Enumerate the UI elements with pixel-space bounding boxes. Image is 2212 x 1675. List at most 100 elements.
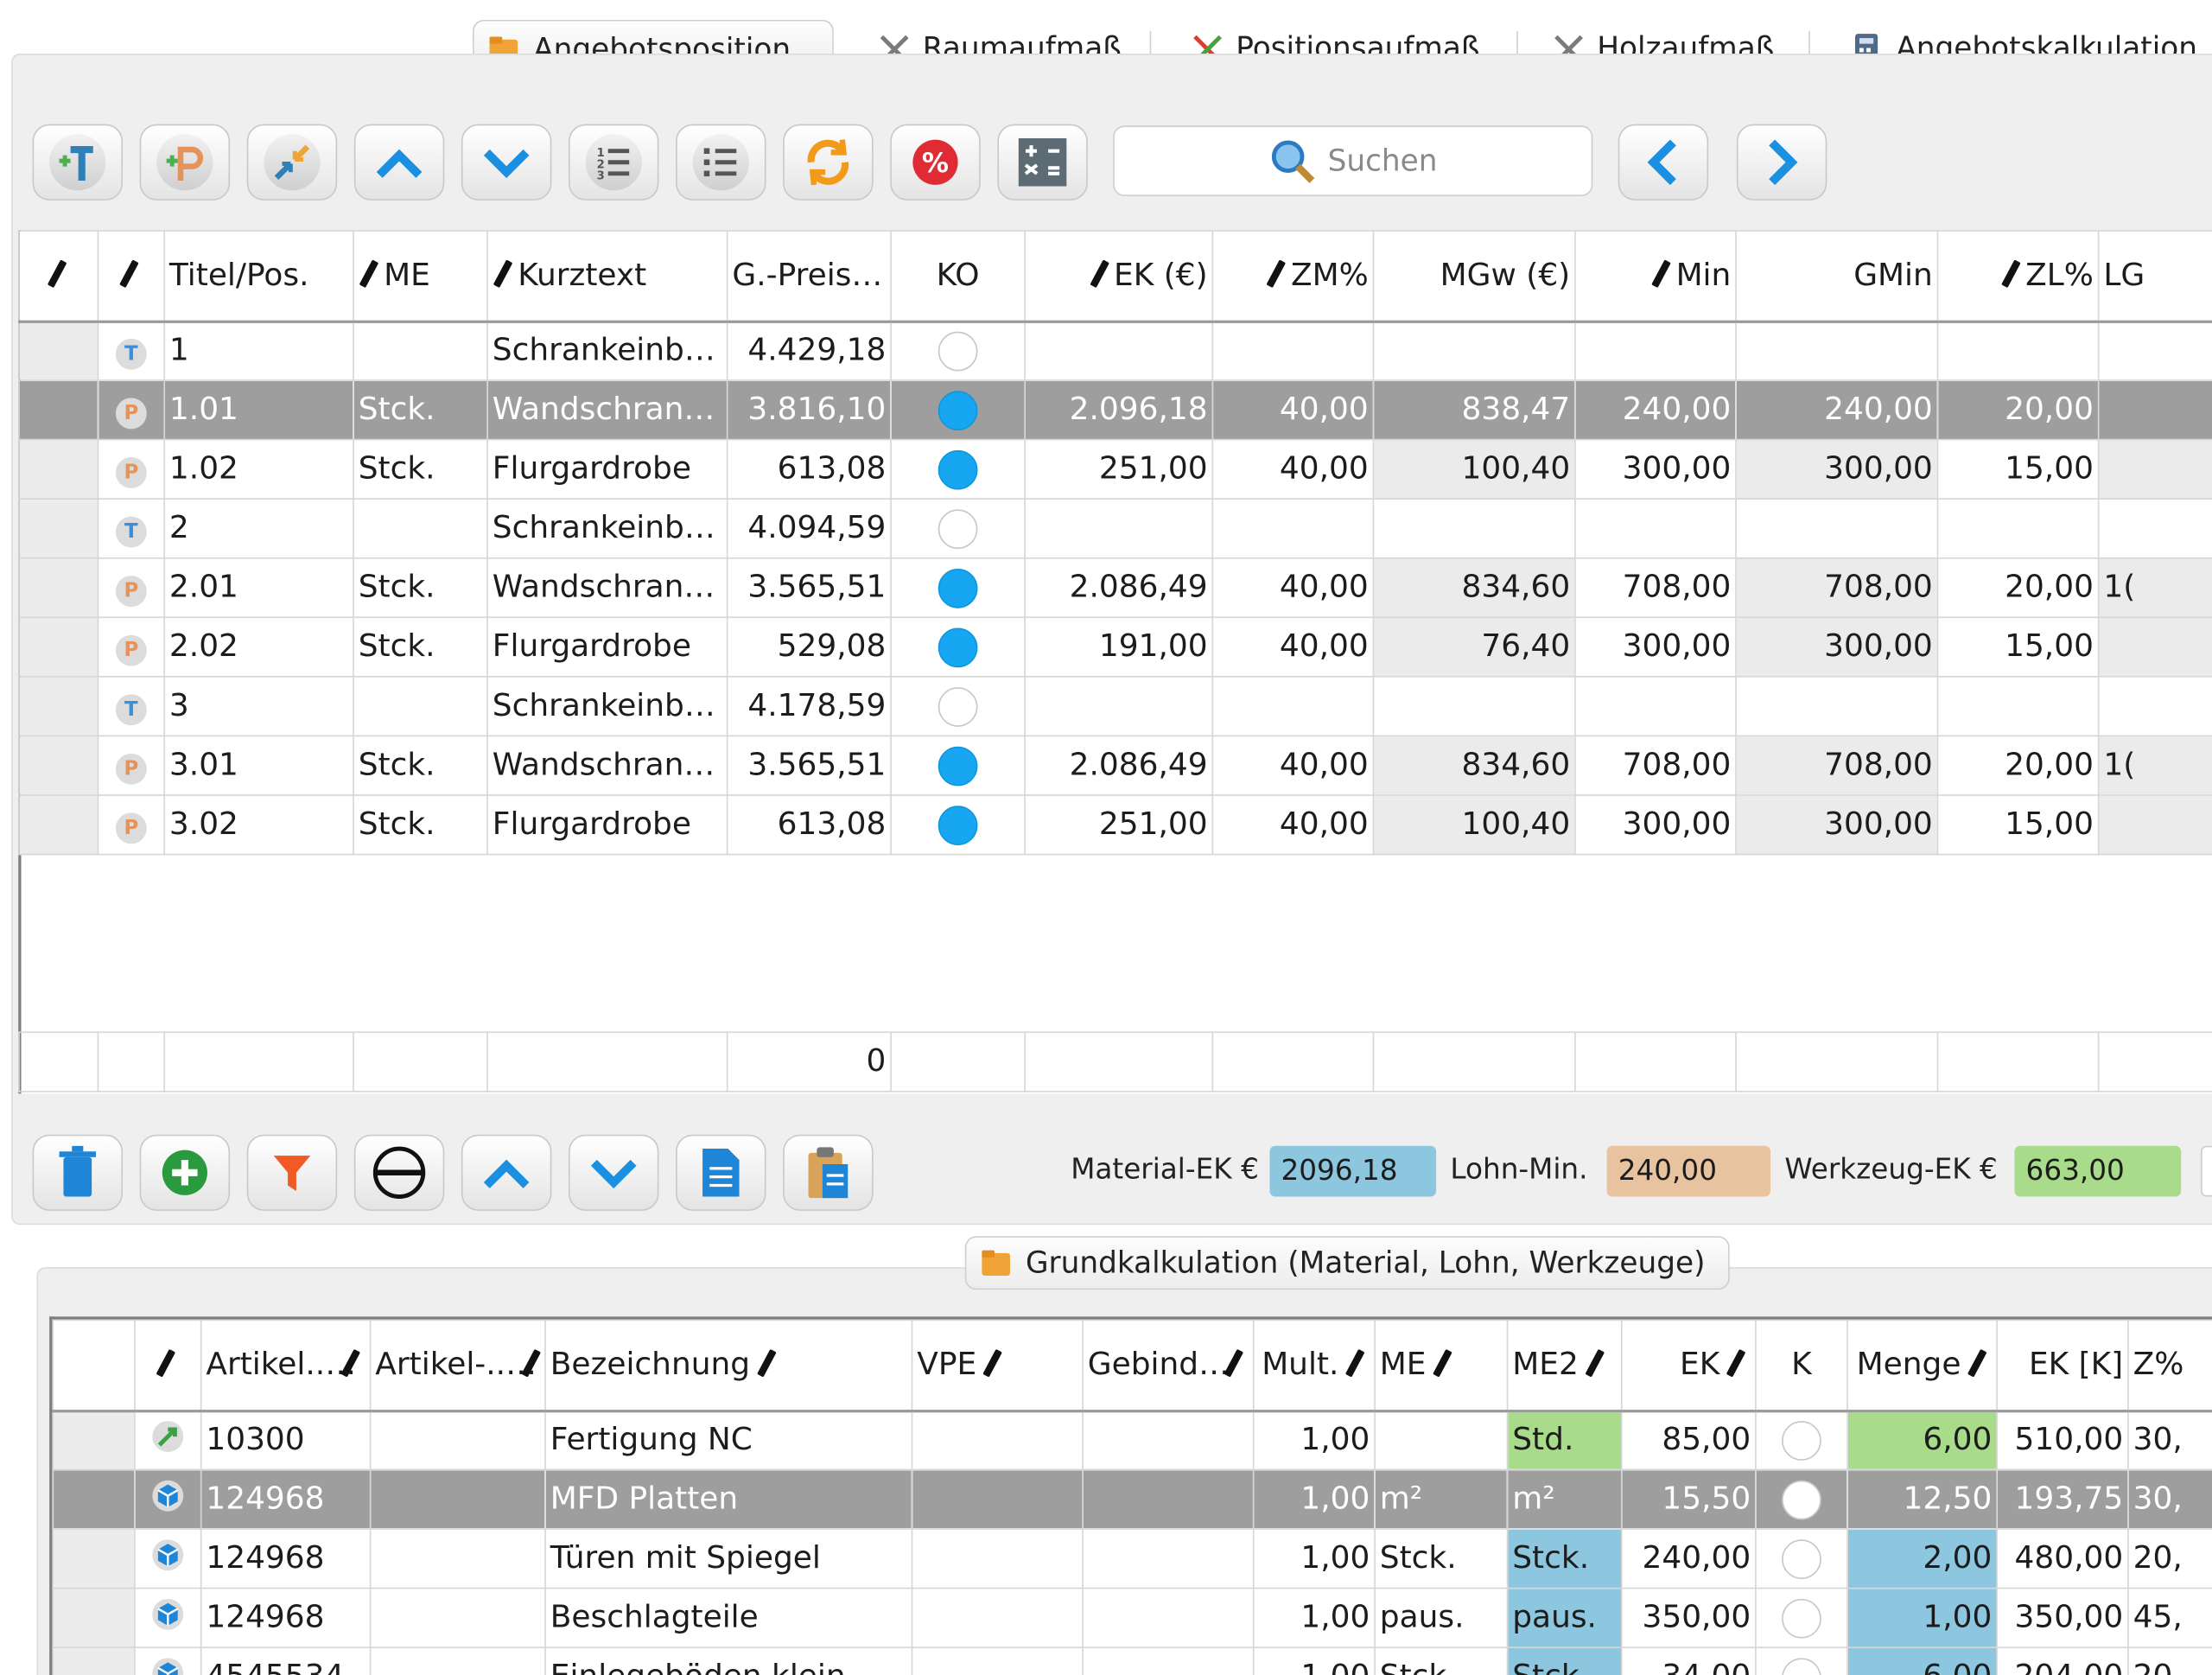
kurztext-cell[interactable]: Flurgardrobe	[486, 794, 728, 856]
type-badge-cell[interactable]: P	[97, 616, 166, 678]
lohn-min-field[interactable]: 240,00	[1606, 1145, 1771, 1197]
ekk-cell[interactable]: 510,00	[1996, 1410, 2129, 1471]
kurztext-cell[interactable]: Wandschrank...	[486, 379, 728, 441]
pos-cell[interactable]: 1.02	[163, 438, 354, 500]
item-icon-cell[interactable]	[134, 1646, 202, 1675]
min-cell[interactable]: 708,00	[1574, 557, 1737, 619]
gpreis-cell[interactable]: 3.565,51	[726, 735, 892, 796]
zm-cell[interactable]	[1211, 676, 1375, 737]
z-cell[interactable]: 30,	[2127, 1410, 2212, 1471]
kurztext-cell[interactable]: Flurgardrobe	[486, 438, 728, 500]
me-cell[interactable]: m²	[1374, 1468, 1509, 1530]
k-toggle[interactable]	[1782, 1538, 1821, 1579]
ko-toggle[interactable]	[938, 331, 978, 371]
gmin-cell[interactable]: 300,00	[1735, 438, 1939, 500]
min-cell[interactable]	[1574, 320, 1737, 381]
ko-toggle[interactable]	[938, 568, 978, 608]
ekk-cell[interactable]: 350,00	[1996, 1587, 2129, 1648]
ko-toggle[interactable]	[938, 805, 978, 845]
lg-cell[interactable]	[2097, 794, 2212, 856]
lg-cell[interactable]	[2097, 379, 2212, 441]
mgw-cell[interactable]: 76,40	[1372, 616, 1576, 678]
type-badge-cell[interactable]: P	[97, 438, 166, 500]
item-icon-cell[interactable]	[134, 1528, 202, 1589]
move-button[interactable]	[246, 124, 338, 201]
position-row[interactable]: T 1 Schrankeinba... 4.429,18	[18, 320, 2212, 381]
min-cell[interactable]: 300,00	[1574, 438, 1737, 500]
col-gpreis-header[interactable]: G.-Preis ...	[726, 230, 892, 323]
gebinde-cell[interactable]	[1082, 1528, 1255, 1589]
k-cell[interactable]	[1755, 1646, 1848, 1675]
position-row[interactable]: P 2.01 Stck. Wandschrank... 3.565,51 2.086,49…	[18, 557, 2212, 619]
mgw-cell[interactable]	[1372, 676, 1576, 737]
artikel2-cell[interactable]	[369, 1587, 546, 1648]
vpe-cell[interactable]	[911, 1587, 1084, 1648]
bezeichnung-cell[interactable]: Einlegeböden klein	[544, 1646, 913, 1675]
delete-button[interactable]	[32, 1134, 124, 1211]
kurztext-cell[interactable]: Schrankeinba...	[486, 320, 728, 381]
ko-toggle[interactable]	[938, 745, 978, 786]
mult-cell[interactable]: 1,00	[1252, 1528, 1376, 1589]
bezeichnung-cell[interactable]: Beschlagteile	[544, 1587, 913, 1648]
mgw-cell[interactable]: 100,40	[1372, 438, 1576, 500]
zm-cell[interactable]	[1211, 498, 1375, 559]
clipboard-button[interactable]	[783, 1134, 874, 1211]
col-vpe-header[interactable]: VPE	[911, 1319, 1084, 1412]
artikel2-cell[interactable]	[369, 1646, 546, 1675]
item-icon-cell[interactable]	[134, 1587, 202, 1648]
mgw-cell[interactable]: 100,40	[1372, 794, 1576, 856]
next-button[interactable]	[1736, 124, 1827, 201]
move-down-button[interactable]	[461, 124, 552, 201]
ko-cell[interactable]	[890, 794, 1026, 856]
me2-cell[interactable]: paus.	[1506, 1587, 1623, 1648]
artikel2-cell[interactable]	[369, 1410, 546, 1471]
extra-field[interactable]	[2201, 1145, 2212, 1197]
artikel-cell[interactable]: 124968	[200, 1468, 372, 1530]
position-row[interactable]: P 2.02 Stck. Flurgardrobe 529,08 191,00 40,00 7…	[18, 616, 2212, 678]
row-handle[interactable]	[18, 676, 99, 737]
bezeichnung-cell[interactable]: Türen mit Spiegel	[544, 1528, 913, 1589]
ek-cell[interactable]: 34,00	[1620, 1646, 1757, 1675]
menge-cell[interactable]: 1,00	[1847, 1587, 1998, 1648]
numbered-list-button[interactable]: 123	[568, 124, 659, 201]
me-cell[interactable]: Stck.	[1374, 1646, 1509, 1675]
ekk-cell[interactable]: 193,75	[1996, 1468, 2129, 1530]
bezeichnung-cell[interactable]: MFD Platten	[544, 1468, 913, 1530]
min-cell[interactable]	[1574, 498, 1737, 559]
lg-cell[interactable]	[2097, 616, 2212, 678]
percent-button[interactable]: %	[890, 124, 981, 201]
z-cell[interactable]: 20,	[2127, 1528, 2212, 1589]
ko-cell[interactable]	[890, 379, 1026, 441]
me-cell[interactable]	[353, 498, 488, 559]
col-min-header[interactable]: Min	[1574, 230, 1737, 323]
col-zl-header[interactable]: ZL%	[1936, 230, 2100, 323]
calc-row[interactable]: 124968 Beschlagteile 1,00 paus. paus. 350,00 1…	[52, 1587, 2212, 1648]
row-handle[interactable]	[52, 1468, 136, 1530]
ko-toggle[interactable]	[938, 508, 978, 549]
filter-button[interactable]	[246, 1134, 338, 1211]
zl-cell[interactable]	[1936, 498, 2100, 559]
search-input[interactable]: Suchen	[1113, 125, 1593, 196]
ek-cell[interactable]: 2.096,18	[1024, 379, 1214, 441]
document-button[interactable]	[676, 1134, 766, 1211]
ek-cell[interactable]	[1024, 676, 1214, 737]
mult-cell[interactable]: 1,00	[1252, 1468, 1376, 1530]
lg-cell[interactable]	[2097, 676, 2212, 737]
col-ek-header[interactable]: EK (€)	[1024, 230, 1214, 323]
col-type-header[interactable]	[97, 230, 166, 323]
artikel2-cell[interactable]	[369, 1468, 546, 1530]
type-badge-cell[interactable]: P	[97, 379, 166, 441]
row-handle[interactable]	[18, 735, 99, 796]
artikel-cell[interactable]: 124968	[200, 1587, 372, 1648]
type-badge-cell[interactable]: T	[97, 320, 166, 381]
pos-cell[interactable]: 2	[163, 498, 354, 559]
type-badge-cell[interactable]: P	[97, 735, 166, 796]
gmin-cell[interactable]: 708,00	[1735, 557, 1939, 619]
ko-toggle[interactable]	[938, 627, 978, 667]
ek-cell[interactable]: 350,00	[1620, 1587, 1757, 1648]
ko-toggle[interactable]	[938, 390, 978, 430]
col-menge-header[interactable]: Menge	[1847, 1319, 1998, 1412]
gmin-cell[interactable]: 708,00	[1735, 735, 1939, 796]
col-kurztext-header[interactable]: Kurztext	[486, 230, 728, 323]
col-z-header[interactable]: Z%	[2127, 1319, 2212, 1412]
